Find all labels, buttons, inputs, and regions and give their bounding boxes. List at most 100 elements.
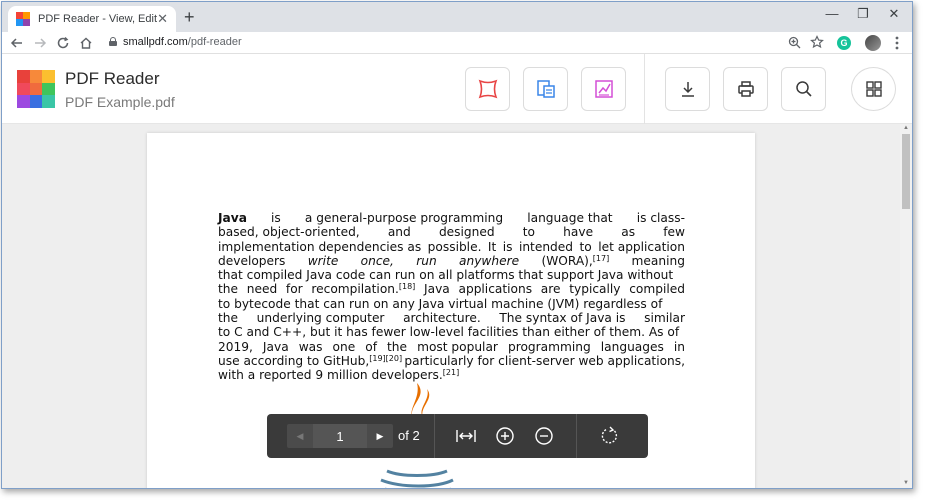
- text-segment: applications: [458, 282, 533, 297]
- text-segment: need: [246, 282, 278, 297]
- scroll-down-arrow-icon[interactable]: ▼: [902, 480, 910, 486]
- kebab-menu-icon[interactable]: [895, 36, 899, 50]
- next-page-button[interactable]: ▶: [367, 424, 393, 448]
- annotate-button[interactable]: [465, 67, 510, 111]
- zoom-in-button[interactable]: [495, 426, 515, 446]
- text-segment: for: [285, 282, 303, 297]
- text-segment: the: [387, 339, 408, 354]
- text-segment: are: [540, 282, 561, 297]
- text-segment: most popular: [417, 339, 498, 354]
- page-control-bar: ◀ 1 ▶ of 2: [267, 414, 648, 458]
- download-icon: [681, 82, 694, 97]
- minimize-button[interactable]: —: [817, 6, 847, 21]
- file-name: PDF Example.pdf: [65, 94, 175, 110]
- logo-tile: [42, 82, 55, 96]
- text-segment: The syntax of Java is: [499, 311, 626, 326]
- text-segment: particularly for client-server web appli…: [404, 353, 685, 368]
- app-header: PDF Reader PDF Example.pdf: [2, 54, 912, 124]
- text-segment: of: [365, 339, 377, 354]
- text-segment: based, object-oriented,: [218, 225, 360, 240]
- logo-tile: [42, 95, 55, 108]
- print-icon: [737, 81, 754, 97]
- pdf-text-block: Java is a general-purpose programming langu…: [218, 211, 685, 383]
- citation-superscript[interactable]: [21]: [443, 368, 459, 377]
- previous-page-button[interactable]: ◀: [287, 424, 313, 448]
- text-segment: anywhere: [459, 253, 520, 268]
- rotate-icon: [601, 426, 618, 444]
- text-segment: 2019,: [218, 339, 253, 354]
- search-icon: [795, 81, 812, 97]
- new-tab-button[interactable]: +: [184, 7, 195, 28]
- text-segment: few: [663, 225, 685, 240]
- address-bar[interactable]: smallpdf.com/pdf-reader: [123, 36, 242, 48]
- citation-superscript[interactable]: [19][20]: [369, 354, 402, 363]
- close-window-button[interactable]: ✕: [879, 6, 909, 22]
- text-segment: languages: [600, 339, 664, 354]
- page-navigator: ◀ 1 ▶: [287, 424, 393, 448]
- text-segment: developers: [218, 253, 286, 268]
- zoom-out-button[interactable]: [534, 426, 554, 446]
- text-segment: run: [416, 253, 437, 268]
- grammarly-icon[interactable]: G: [837, 36, 851, 50]
- text-segment: the: [218, 282, 239, 297]
- print-button[interactable]: [723, 67, 768, 111]
- text-segment: to bytecode that can run on any Java vir…: [218, 296, 663, 311]
- vertical-scrollbar[interactable]: ▲ ▼: [900, 124, 912, 488]
- text-segment: one: [332, 339, 356, 354]
- back-arrow-icon[interactable]: [10, 36, 24, 50]
- lock-icon: [109, 37, 117, 46]
- restore-button[interactable]: ❐: [848, 6, 878, 22]
- text-line: Java is a general-purpose programming langu…: [218, 211, 685, 225]
- page-number-input[interactable]: 1: [313, 424, 367, 448]
- citation-superscript[interactable]: [17]: [593, 254, 609, 263]
- rotate-button[interactable]: [599, 426, 619, 446]
- text-segment: It: [487, 239, 497, 254]
- text-segment: use according to GitHub,[19][20]: [218, 353, 403, 368]
- reload-icon[interactable]: [56, 36, 70, 50]
- scroll-up-arrow-icon[interactable]: ▲: [902, 125, 910, 131]
- text-segment: architecture.: [403, 311, 481, 326]
- text-line: based, object-oriented, and designed to have…: [218, 225, 685, 239]
- text-line: with a reported 9 million developers.[21…: [218, 368, 685, 382]
- text-segment: have: [563, 225, 594, 240]
- annotate-icon: [478, 79, 497, 99]
- text-segment: language that: [527, 211, 613, 225]
- text-segment: Java: [218, 211, 247, 225]
- logo-tile: [17, 95, 30, 108]
- text-segment: (WORA),[17]: [541, 253, 610, 268]
- text-segment: Java: [262, 339, 289, 354]
- edit-button[interactable]: [581, 67, 626, 111]
- compress-button[interactable]: [523, 67, 568, 111]
- header-divider: [644, 54, 645, 124]
- apps-grid-icon: [865, 81, 882, 97]
- text-segment: programming: [507, 339, 591, 354]
- text-segment: similar: [644, 311, 685, 326]
- text-segment: with a reported 9 million developers.[21…: [218, 368, 460, 383]
- fit-width-button[interactable]: [456, 426, 476, 446]
- tab-close-icon[interactable]: ✕: [157, 11, 168, 27]
- edit-icon: [594, 80, 613, 98]
- apps-grid-button[interactable]: [851, 67, 896, 111]
- home-icon[interactable]: [79, 36, 93, 50]
- smallpdf-logo-icon: [17, 70, 55, 108]
- profile-avatar-icon[interactable]: [865, 35, 881, 51]
- zoom-out-icon: [535, 427, 553, 445]
- forward-arrow-icon[interactable]: [33, 36, 47, 50]
- fit-width-icon: [456, 430, 476, 442]
- scroll-thumb[interactable]: [902, 134, 910, 209]
- control-divider: [434, 414, 435, 458]
- text-line: the underlying computer architecture. The s…: [218, 311, 685, 325]
- logo-tile: [17, 82, 30, 96]
- download-button[interactable]: [665, 67, 710, 111]
- zoom-icon[interactable]: [788, 36, 801, 49]
- text-line: implementation dependencies as possible. I…: [218, 240, 685, 254]
- text-segment: to: [522, 225, 536, 240]
- bookmark-star-icon[interactable]: [810, 35, 824, 49]
- text-segment: compiled: [629, 282, 685, 297]
- text-line: that compiled Java code can run on all p…: [218, 268, 685, 282]
- citation-superscript[interactable]: [18]: [399, 282, 415, 291]
- text-segment: is class-: [636, 211, 685, 225]
- text-line: the need for recompilation.[18] Java applicat…: [218, 282, 685, 296]
- search-button[interactable]: [781, 67, 826, 111]
- browser-tab[interactable]: PDF Reader - View, Edit, and Convert PDF…: [8, 6, 176, 32]
